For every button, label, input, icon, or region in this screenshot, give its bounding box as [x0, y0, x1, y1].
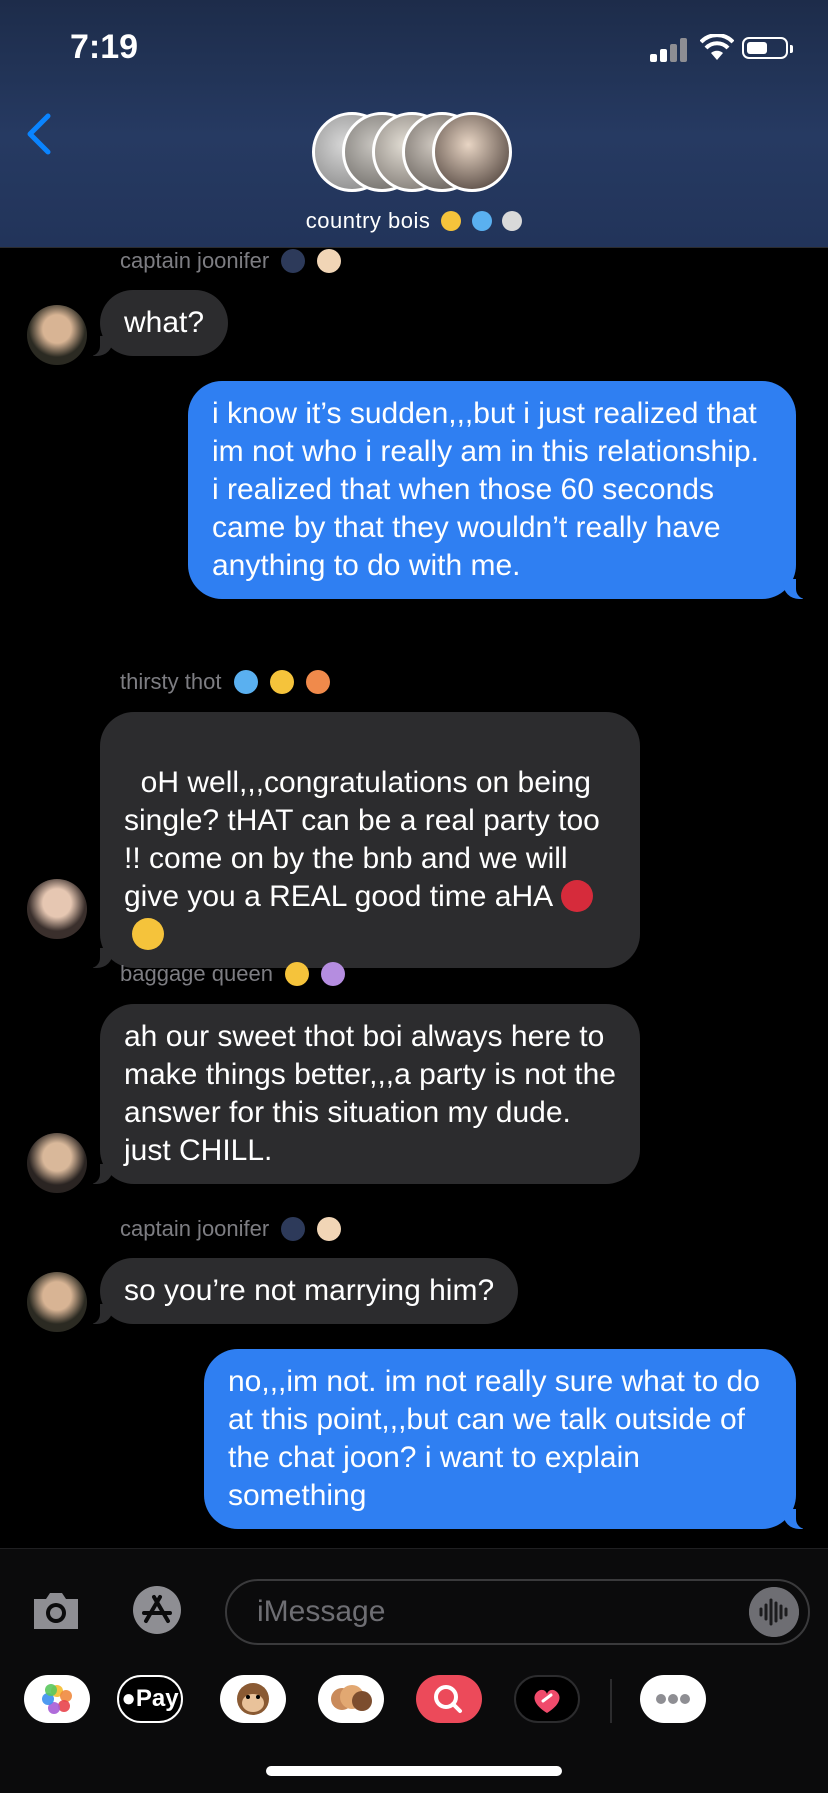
image-search-icon[interactable] — [416, 1675, 482, 1723]
group-avatars[interactable] — [312, 112, 518, 196]
digital-touch-heart-icon[interactable] — [514, 1675, 580, 1723]
apple-logo-icon: ● — [121, 1685, 136, 1712]
cellular-signal-icon — [650, 36, 690, 62]
call-me-hand-emoji-icon — [317, 249, 342, 273]
avatar[interactable] — [27, 1272, 87, 1332]
woozy-face-emoji-icon — [269, 670, 294, 694]
magnifying-glass-emoji-icon — [502, 211, 523, 231]
sender-label: thirsty thot — [120, 669, 330, 695]
memoji-stickers-icon[interactable] — [318, 1675, 384, 1723]
message-bubble-incoming[interactable]: oH well,,,congratulations on being singl… — [90, 712, 640, 968]
message-bubble-incoming[interactable]: so you’re not marrying him? — [89, 1258, 519, 1324]
group-name-text: country bois — [305, 208, 431, 233]
message-bubble-outgoing[interactable]: no,,,im not. im not really sure what to … — [204, 1349, 806, 1529]
person-shrugging-emoji-icon — [321, 962, 346, 986]
photos-app-icon[interactable] — [24, 1675, 90, 1723]
avatar[interactable] — [27, 305, 87, 365]
audio-waveform-icon[interactable] — [749, 1587, 799, 1637]
avatar[interactable] — [27, 1133, 87, 1193]
app-drawer-divider — [610, 1679, 612, 1723]
peach-emoji-icon — [305, 670, 330, 694]
crown-emoji-icon — [285, 962, 310, 986]
message-input[interactable] — [225, 1579, 810, 1645]
message-bubble-outgoing[interactable]: i know it’s sudden,,,but i just realized… — [188, 381, 806, 599]
home-indicator[interactable] — [266, 1766, 562, 1776]
animoji-monkey-icon[interactable] — [220, 1675, 286, 1723]
more-apps-button[interactable] — [640, 1675, 706, 1723]
apple-pay-button[interactable]: ●Pay — [117, 1675, 183, 1723]
camera-icon[interactable] — [30, 1589, 82, 1631]
sender-label: captain joonifer — [120, 1216, 342, 1242]
police-officer-emoji-icon — [281, 249, 306, 273]
wifi-icon — [700, 34, 734, 60]
status-time: 7:19 — [70, 28, 139, 66]
police-officer-emoji-icon — [281, 1217, 306, 1241]
chat-header: 7:19 country bois — [0, 0, 828, 248]
woozy-face-emoji-icon — [132, 918, 164, 950]
message-bubble-incoming[interactable]: ah our sweet thot boi always here to mak… — [90, 1004, 640, 1184]
cowboy-emoji-icon — [441, 211, 461, 231]
back-chevron-icon[interactable] — [24, 112, 54, 156]
app-drawer: ●Pay — [0, 1675, 828, 1741]
compose-bar: ●Pay — [0, 1548, 828, 1793]
sweat-droplets-emoji-icon — [233, 670, 258, 694]
sender-label: baggage queen — [120, 961, 346, 987]
message-text: oH well,,,congratulations on being singl… — [124, 766, 609, 913]
sweat-droplets-emoji-icon — [471, 211, 492, 231]
message-bubble-incoming[interactable]: what? — [89, 290, 229, 356]
avatar[interactable] — [27, 879, 87, 939]
group-name[interactable]: country bois — [0, 208, 828, 234]
group-member-avatar — [432, 112, 512, 192]
battery-icon — [742, 37, 793, 59]
app-store-icon[interactable] — [126, 1585, 188, 1635]
kiss-mark-emoji-icon — [561, 880, 594, 912]
call-me-hand-emoji-icon — [317, 1217, 342, 1241]
sender-label: captain joonifer — [120, 248, 342, 274]
